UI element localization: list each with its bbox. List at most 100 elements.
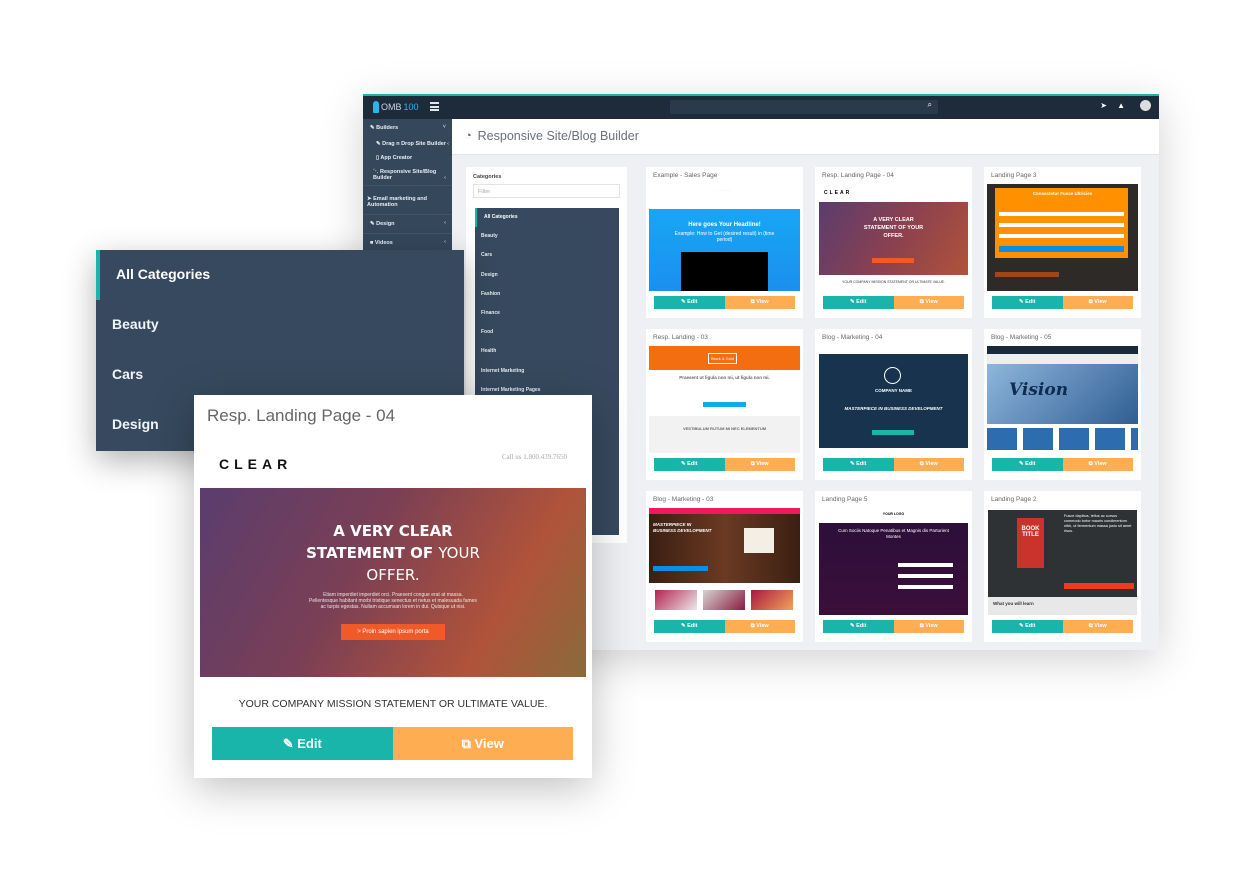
template-thumbnail[interactable]: Black & Gold Praesent ut ligula non mi, u…	[649, 346, 800, 453]
edit-button[interactable]: ✎ Edit	[823, 620, 894, 633]
edit-button[interactable]: ✎ Edit	[992, 296, 1063, 309]
card-title: Landing Page 3	[991, 172, 1037, 179]
category-item[interactable]: Beauty	[96, 300, 464, 350]
rocket-icon[interactable]: ➤	[1100, 101, 1107, 110]
category-item[interactable]: All Categories	[475, 208, 619, 228]
card-actions: ✎ Edit ⧉ View	[823, 620, 964, 633]
template-card: Landing Page 2 BOOK TITLE Fusce dapibus, t…	[984, 491, 1141, 642]
card-title: Resp. Landing - 03	[653, 334, 708, 341]
search-input[interactable]: ⌕	[670, 100, 938, 114]
template-thumbnail[interactable]: MASTERPIECE IN BUSINESS DEVELOPMENT	[649, 508, 800, 615]
template-thumbnail[interactable]: CLEAR A VERY CLEAR STATEMENT OF YOUR OFFE…	[818, 184, 969, 291]
category-item[interactable]: Finance	[475, 304, 619, 323]
view-button[interactable]: ⧉ View	[1062, 296, 1133, 309]
thumbnail-text: Vision	[1009, 380, 1069, 400]
card-actions: ✎ Edit ⧉ View	[654, 296, 795, 309]
view-button[interactable]: ⧉ View	[724, 620, 795, 633]
category-item[interactable]: Health	[475, 342, 619, 361]
categories-heading: Categories	[473, 174, 502, 180]
logo[interactable]: OMB 100	[373, 101, 419, 113]
edit-button[interactable]: ✎ Edit	[654, 458, 725, 471]
edit-button[interactable]: ✎ Edit	[654, 620, 725, 633]
sidebar-item-email[interactable]: ➤ Email marketing and Automation	[363, 186, 452, 215]
edit-button[interactable]: ✎ Edit	[992, 620, 1063, 633]
edit-button[interactable]: ✎ Edit	[212, 727, 393, 760]
thumbnail-block	[999, 223, 1124, 227]
menu-toggle-icon[interactable]	[430, 102, 439, 111]
template-thumbnail[interactable]: Vision	[987, 346, 1138, 453]
search-icon[interactable]: ⌕	[928, 100, 932, 110]
card-title: Resp. Landing Page - 04	[822, 172, 894, 179]
category-item[interactable]: Beauty	[475, 227, 619, 246]
card-title: Blog - Marketing - 03	[653, 496, 714, 503]
thumbnail-text: CLEAR	[824, 190, 852, 196]
card-actions: ✎ Edit ⧉ View	[823, 458, 964, 471]
template-card: Blog - Marketing - 04 COMPANY NAME MASTERP…	[815, 329, 972, 480]
sidebar-item-design[interactable]: ✎ Design ‹	[363, 215, 452, 234]
rss-icon: ◔	[465, 130, 472, 142]
phone-text: Call us 1.800.439.7650	[501, 453, 567, 461]
view-button[interactable]: ⧉ View	[893, 620, 964, 633]
category-item[interactable]: Cars	[96, 350, 464, 400]
thumbnail-text: A VERY CLEAR STATEMENT OF YOUR OFFER.	[863, 217, 924, 239]
thumbnail-text: What you will learn	[993, 601, 1034, 606]
template-card: Landing Page 5 YOUR LOGO Cum Sociis Natoqu…	[815, 491, 972, 642]
card-title: Landing Page 5	[822, 496, 868, 503]
thumbnail-block	[898, 585, 953, 589]
template-thumbnail[interactable]: COMPANY NAME MASTERPIECE IN BUSINESS DEVE…	[818, 346, 969, 453]
template-thumbnail[interactable]: Consectetur Fusce Ultricies	[987, 184, 1138, 291]
view-button[interactable]: ⧉ View	[893, 296, 964, 309]
card-actions: ✎ Edit ⧉ View	[823, 296, 964, 309]
template-thumbnail[interactable]: BOOK TITLE Fusce dapibus, tellus ac cursu…	[987, 508, 1138, 615]
template-card: Resp. Landing - 03 Black & Gold Praesent u…	[646, 329, 803, 480]
thumbnail-block	[898, 574, 953, 578]
thumbnail-text: COMPANY NAME	[874, 388, 913, 393]
filter-input[interactable]: Filter	[473, 184, 620, 198]
thumbnail-text: Fusce dapibus, tellus ac cursus commodo …	[1064, 514, 1132, 533]
card-actions: ✎ Edit ⧉ View	[654, 620, 795, 633]
view-button[interactable]: ⧉ View	[392, 727, 573, 760]
sidebar-item-drag-drop[interactable]: ✎ Drag n Drop Site Builder ‹	[363, 137, 452, 151]
thumbnail-text: Praesent ut ligula non mi, ut ligula non…	[679, 375, 770, 380]
edit-button[interactable]: ✎ Edit	[654, 296, 725, 309]
edit-button[interactable]: ✎ Edit	[823, 296, 894, 309]
sidebar-item-responsive-builder[interactable]: ⋱ Responsive Site/Blog Builder ‹	[363, 165, 452, 186]
thumbnail-block	[703, 590, 745, 610]
view-button[interactable]: ⧉ View	[724, 296, 795, 309]
sidebar-item-app-creator[interactable]: ▯ App Creator	[363, 151, 452, 165]
thumbnail-text: MASTERPIECE IN BUSINESS DEVELOPMENT	[844, 406, 943, 411]
card-title: Landing Page 2	[991, 496, 1037, 503]
featured-template-card: Resp. Landing Page - 04 CLEAR Call us 1.…	[194, 395, 592, 778]
view-button[interactable]: ⧉ View	[893, 458, 964, 471]
template-card: Blog - Marketing - 03 MASTERPIECE IN BUSI…	[646, 491, 803, 642]
thumbnail-text: BOOK TITLE	[1017, 518, 1044, 568]
card-title: Blog - Marketing - 04	[822, 334, 883, 341]
thumbnail-block	[655, 590, 697, 610]
template-thumbnail[interactable]: . . . . . . . . . . Here goes Your Headli…	[649, 184, 800, 291]
edit-button[interactable]: ✎ Edit	[823, 458, 894, 471]
thumbnail-text: Example: How to Get (desired result) in …	[674, 231, 775, 243]
thumbnail-block	[988, 597, 1137, 615]
view-button[interactable]: ⧉ View	[1062, 458, 1133, 471]
category-item[interactable]: All Categories	[96, 250, 464, 300]
mission-text: YOUR COMPANY MISSION STATEMENT OR ULTIMA…	[238, 698, 548, 710]
category-item[interactable]: Fashion	[475, 285, 619, 304]
thumbnail-block	[898, 563, 953, 567]
sidebar-item-builders[interactable]: ✎ Builders ˅	[363, 119, 452, 137]
thumbnail-text: VESTIBULUM RUTUM MI NEC ELEMENTUM	[682, 426, 767, 431]
category-item[interactable]: Food	[475, 323, 619, 342]
category-item[interactable]: Cars	[475, 246, 619, 265]
template-thumbnail[interactable]: YOUR LOGO Cum Sociis Natoque Penatibus et…	[818, 508, 969, 615]
thumbnail-block	[872, 430, 914, 435]
view-button[interactable]: ⧉ View	[1062, 620, 1133, 633]
view-button[interactable]: ⧉ View	[724, 458, 795, 471]
hero-cta: > Proin sapien ipsum porta	[341, 624, 445, 640]
edit-button[interactable]: ✎ Edit	[992, 458, 1063, 471]
category-item[interactable]: Internet Marketing	[475, 362, 619, 381]
thumbnail-block	[999, 234, 1124, 238]
avatar[interactable]	[1140, 100, 1151, 111]
bell-icon[interactable]: ▲	[1117, 101, 1125, 110]
thumbnail-block	[681, 252, 768, 291]
category-item[interactable]: Design	[475, 266, 619, 285]
card-actions: ✎ Edit ⧉ View	[992, 296, 1133, 309]
